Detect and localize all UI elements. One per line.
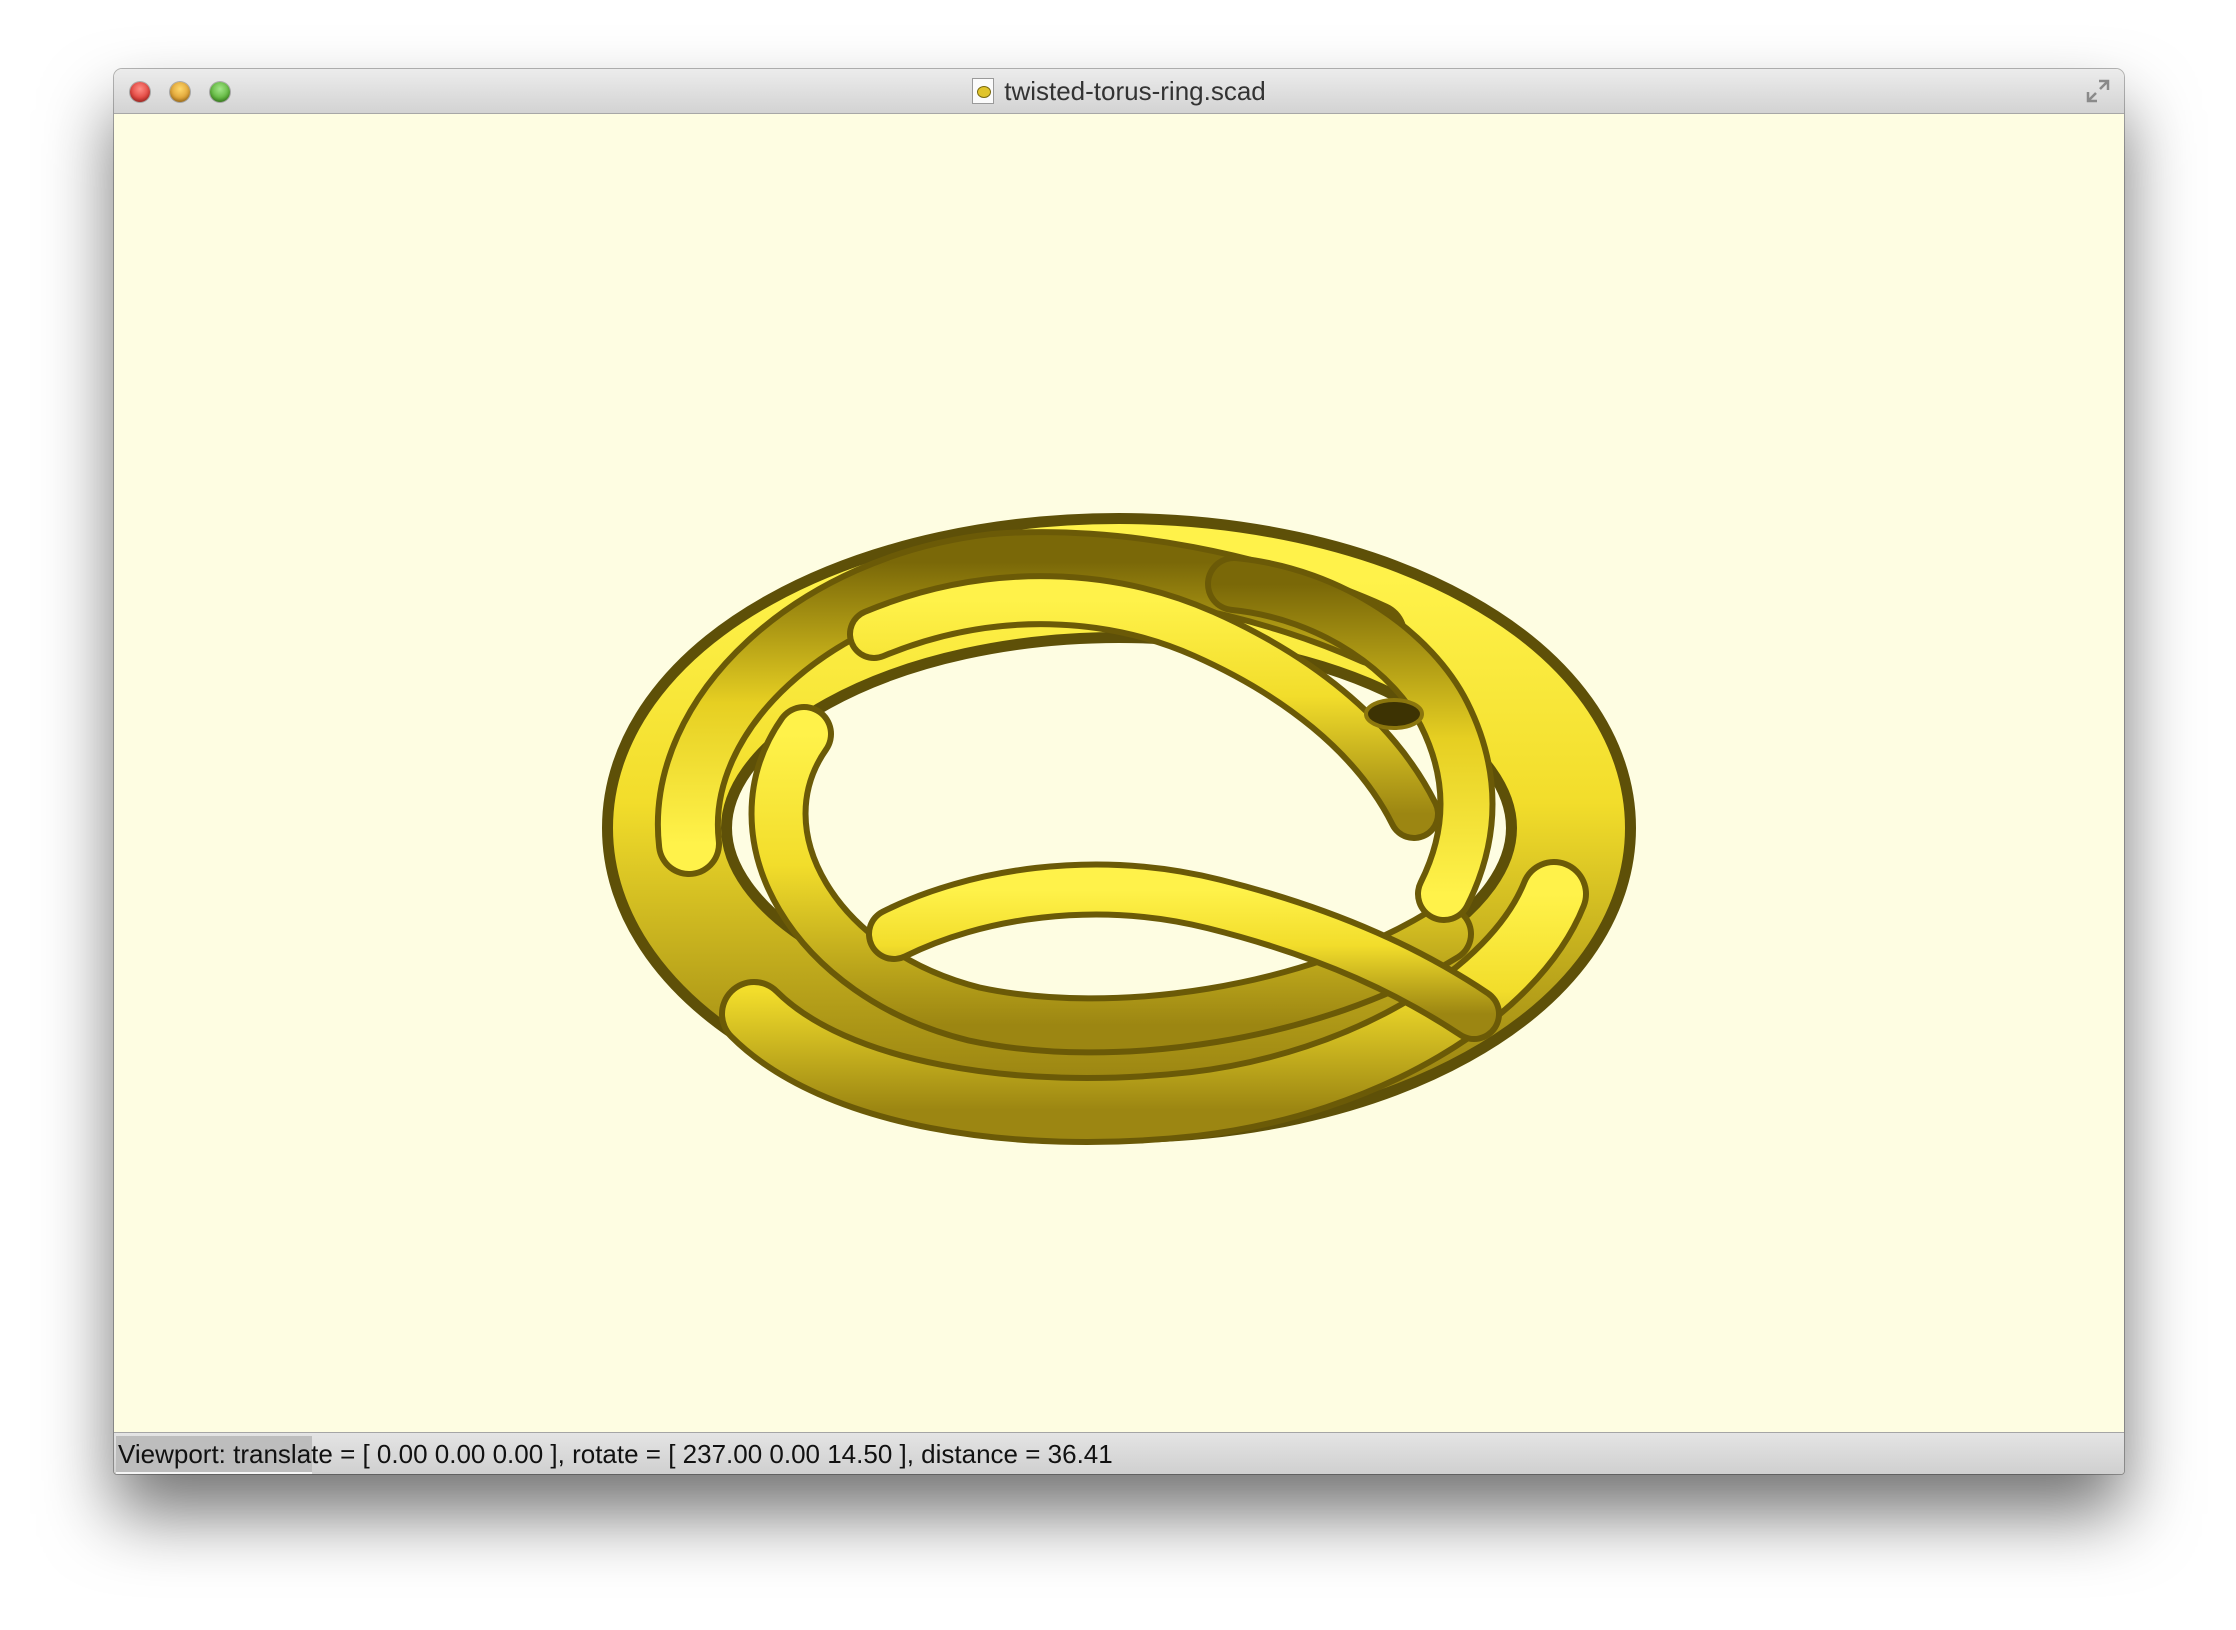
3d-viewport[interactable] — [114, 114, 2124, 1432]
status-bar: Viewport: translate = [ 0.00 0.00 0.00 ]… — [114, 1432, 2124, 1474]
title-container: twisted-torus-ring.scad — [114, 69, 2124, 113]
fullscreen-icon[interactable] — [2084, 77, 2112, 105]
twisted-torus-model — [602, 513, 1636, 1145]
openscad-window: twisted-torus-ring.scad Viewport: transl… — [114, 69, 2124, 1474]
viewport-status-text: Viewport: translate = [ 0.00 0.00 0.00 ]… — [118, 1439, 1113, 1469]
window-title: twisted-torus-ring.scad — [1004, 75, 1266, 106]
scad-file-icon — [972, 78, 995, 104]
title-bar[interactable]: twisted-torus-ring.scad — [114, 69, 2124, 114]
